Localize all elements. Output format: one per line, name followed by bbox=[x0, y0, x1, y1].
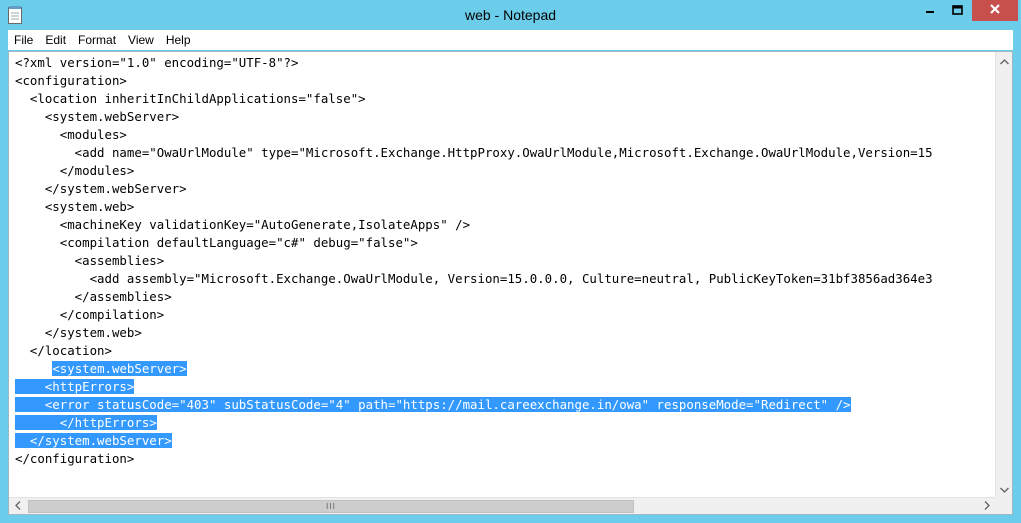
line-text: </location> bbox=[15, 343, 112, 358]
horizontal-scroll-thumb[interactable]: III bbox=[28, 500, 634, 513]
text-line: <system.webServer> bbox=[15, 108, 991, 126]
text-line: <configuration> bbox=[15, 72, 991, 90]
text-line: </modules> bbox=[15, 162, 991, 180]
text-line: </location> bbox=[15, 342, 991, 360]
chevron-up-icon bbox=[999, 52, 1009, 70]
minimize-icon bbox=[925, 2, 935, 20]
line-text: </system.webServer> bbox=[15, 181, 187, 196]
menu-view[interactable]: View bbox=[122, 30, 160, 50]
text-line: <system.web> bbox=[15, 198, 991, 216]
text-line: <location inheritInChildApplications="fa… bbox=[15, 90, 991, 108]
line-text: <configuration> bbox=[15, 73, 127, 88]
text-line: </system.webServer> bbox=[15, 180, 991, 198]
close-button[interactable] bbox=[972, 0, 1018, 21]
menu-bar: File Edit Format View Help bbox=[8, 30, 1013, 50]
scroll-left-button[interactable] bbox=[9, 498, 26, 514]
scroll-up-button[interactable] bbox=[996, 52, 1012, 69]
title-bar[interactable]: web - Notepad bbox=[0, 0, 1021, 30]
horizontal-scrollbar[interactable]: III bbox=[9, 497, 995, 514]
text-line: <add assembly="Microsoft.Exchange.OwaUrl… bbox=[15, 270, 991, 288]
line-text: </system.web> bbox=[15, 325, 142, 340]
menu-edit[interactable]: Edit bbox=[39, 30, 72, 50]
text-content[interactable]: <?xml version="1.0" encoding="UTF-8"?> <c… bbox=[15, 54, 991, 497]
window-title: web - Notepad bbox=[464, 7, 557, 23]
text-line: <machineKey validationKey="AutoGenerate,… bbox=[15, 216, 991, 234]
line-text: <compilation defaultLanguage="c#" debug=… bbox=[15, 235, 418, 250]
line-text bbox=[15, 361, 52, 376]
text-line: </compilation> bbox=[15, 306, 991, 324]
text-line: <?xml version="1.0" encoding="UTF-8"?> bbox=[15, 54, 991, 72]
text-line: </system.webServer> bbox=[15, 432, 991, 450]
text-line: <add name="OwaUrlModule" type="Microsoft… bbox=[15, 144, 991, 162]
close-icon bbox=[989, 2, 1001, 20]
line-text: <system.webServer> bbox=[15, 109, 180, 124]
selected-text: <system.webServer> bbox=[52, 361, 187, 376]
text-line: </assemblies> bbox=[15, 288, 991, 306]
maximize-button[interactable] bbox=[943, 0, 972, 21]
line-text: <location inheritInChildApplications="fa… bbox=[15, 91, 366, 106]
selected-text: <httpErrors> bbox=[15, 379, 135, 394]
text-editor[interactable]: <?xml version="1.0" encoding="UTF-8"?> <c… bbox=[8, 51, 1013, 515]
line-text: </assemblies> bbox=[15, 289, 172, 304]
notepad-window: web - Notepad File Edit Format View Help… bbox=[0, 0, 1021, 523]
selected-text: <error statusCode="403" subStatusCode="4… bbox=[15, 397, 851, 412]
line-text: <machineKey validationKey="AutoGenerate,… bbox=[15, 217, 471, 232]
selected-text: </system.webServer> bbox=[15, 433, 172, 448]
text-line: <assemblies> bbox=[15, 252, 991, 270]
minimize-button[interactable] bbox=[917, 0, 943, 21]
line-text: </compilation> bbox=[15, 307, 165, 322]
maximize-icon bbox=[952, 2, 963, 20]
line-text: </configuration> bbox=[15, 451, 135, 466]
text-line: </httpErrors> bbox=[15, 414, 991, 432]
line-text: <?xml version="1.0" encoding="UTF-8"?> bbox=[15, 55, 299, 70]
size-grip[interactable] bbox=[994, 496, 1012, 514]
line-text: <add assembly="Microsoft.Exchange.OwaUrl… bbox=[15, 271, 933, 286]
text-line: <system.webServer> bbox=[15, 360, 991, 378]
menu-file[interactable]: File bbox=[8, 30, 39, 50]
vertical-scrollbar[interactable] bbox=[995, 52, 1012, 497]
text-line: <compilation defaultLanguage="c#" debug=… bbox=[15, 234, 991, 252]
text-line: </system.web> bbox=[15, 324, 991, 342]
text-line: <modules> bbox=[15, 126, 991, 144]
thumb-grip: III bbox=[325, 501, 337, 511]
line-text: <modules> bbox=[15, 127, 127, 142]
menu-format[interactable]: Format bbox=[72, 30, 122, 50]
chevron-down-icon bbox=[999, 480, 1009, 498]
line-text: </modules> bbox=[15, 163, 135, 178]
chevron-left-icon bbox=[14, 497, 21, 515]
chevron-right-icon bbox=[984, 497, 990, 515]
text-line: <httpErrors> bbox=[15, 378, 991, 396]
text-line: <error statusCode="403" subStatusCode="4… bbox=[15, 396, 991, 414]
menu-help[interactable]: Help bbox=[160, 30, 197, 50]
scroll-down-button[interactable] bbox=[996, 480, 1012, 497]
selected-text: </httpErrors> bbox=[15, 415, 157, 430]
text-line: </configuration> bbox=[15, 450, 991, 468]
line-text: <add name="OwaUrlModule" type="Microsoft… bbox=[15, 145, 933, 160]
line-text: <assemblies> bbox=[15, 253, 165, 268]
scroll-right-button[interactable] bbox=[978, 498, 995, 514]
line-text: <system.web> bbox=[15, 199, 135, 214]
